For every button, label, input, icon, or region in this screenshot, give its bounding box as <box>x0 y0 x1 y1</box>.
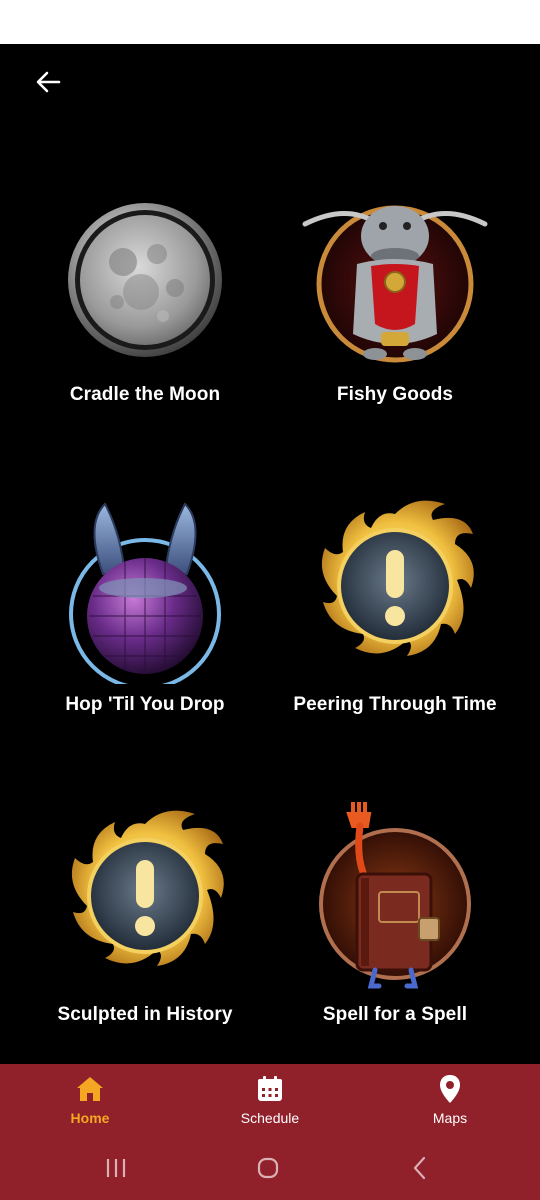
quest-card[interactable]: Sculpted in History <box>10 794 280 1094</box>
quest-title: Hop 'Til You Drop <box>65 694 225 715</box>
quest-card[interactable]: Spell for a Spell <box>260 794 530 1094</box>
app-screen: Cradle the Moon Fishy Goods Hop 'Til You… <box>0 44 540 1064</box>
nav-item-maps[interactable]: Maps <box>390 1074 510 1134</box>
namazu-icon <box>295 184 495 384</box>
chevron-left-icon <box>413 1156 426 1180</box>
back-system-button[interactable] <box>400 1152 440 1184</box>
home-system-button[interactable] <box>248 1152 288 1184</box>
quest-title: Sculpted in History <box>57 1004 233 1025</box>
quest-card[interactable]: Fishy Goods <box>260 174 530 474</box>
nav-label: Schedule <box>240 1110 300 1126</box>
home-circle-icon <box>257 1157 279 1179</box>
exclamation-quest-icon <box>295 484 495 684</box>
status-bar <box>0 0 540 44</box>
recent-apps-button[interactable] <box>96 1152 136 1184</box>
arrow-left-icon <box>36 71 61 93</box>
quest-title: Spell for a Spell <box>322 1004 468 1025</box>
quest-card[interactable]: Cradle the Moon <box>10 174 280 474</box>
map-pin-icon <box>435 1074 465 1104</box>
nav-label: Maps <box>432 1110 468 1126</box>
quest-title: Fishy Goods <box>336 384 454 405</box>
nav-item-home[interactable]: Home <box>30 1074 150 1134</box>
recent-apps-icon <box>106 1159 126 1177</box>
calendar-icon <box>255 1074 285 1104</box>
back-button[interactable] <box>28 64 68 100</box>
quest-card[interactable]: Hop 'Til You Drop <box>10 484 280 784</box>
home-icon <box>75 1074 105 1104</box>
exclamation-quest-icon <box>45 794 245 994</box>
spellbook-icon <box>295 794 495 994</box>
nav-item-schedule[interactable]: Schedule <box>210 1074 330 1134</box>
quest-title: Peering Through Time <box>293 694 497 715</box>
system-nav-bar <box>0 1142 540 1194</box>
moon-medallion-icon <box>45 184 245 384</box>
disco-bunny-icon <box>45 484 245 690</box>
nav-label: Home <box>70 1110 110 1126</box>
quest-title: Cradle the Moon <box>69 384 221 405</box>
quest-card[interactable]: Peering Through Time <box>260 484 530 784</box>
